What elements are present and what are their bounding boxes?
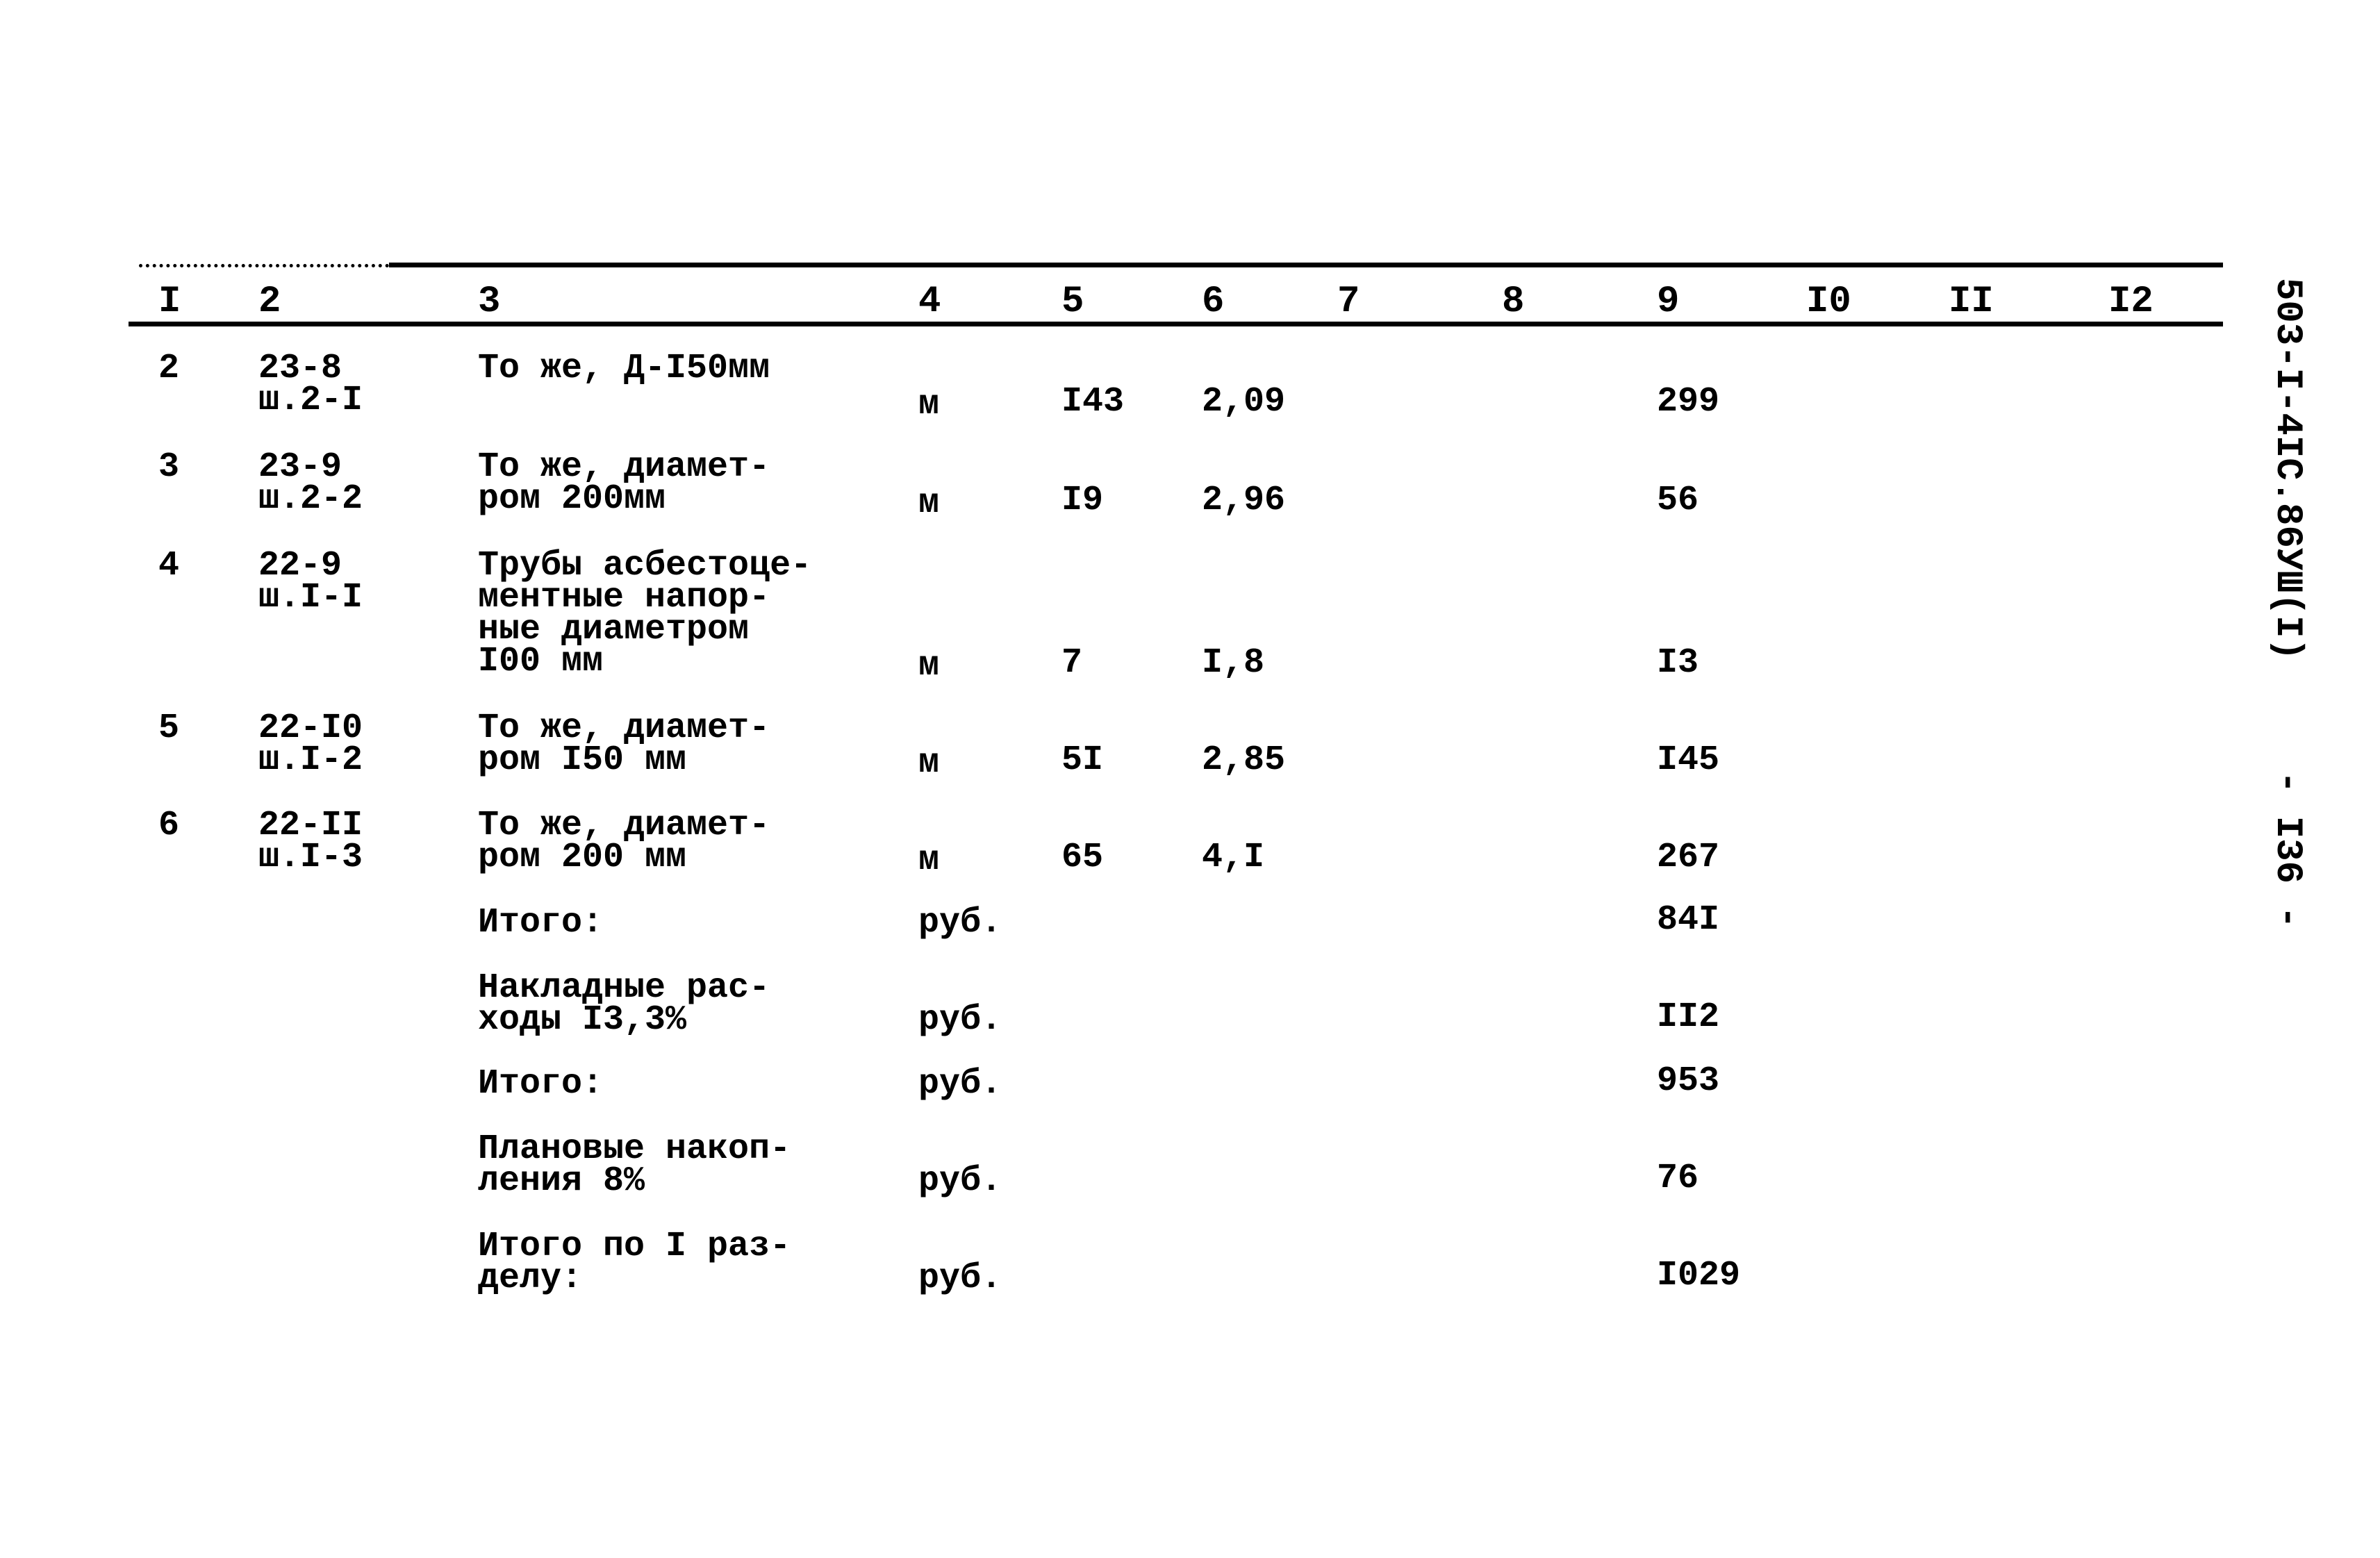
column-header-11: II bbox=[1949, 281, 1994, 323]
row-number: 4 bbox=[158, 546, 180, 586]
summary-total: I029 bbox=[1657, 1256, 1741, 1295]
row-code: 22-I0 ш.I-2 bbox=[258, 708, 363, 780]
row-unit: м bbox=[918, 646, 940, 686]
column-header-8: 8 bbox=[1502, 281, 1525, 323]
document-code: 503-I-4IC.86УШ(I) bbox=[2266, 278, 2308, 661]
row-code: 23-8 ш.2-I bbox=[258, 349, 363, 420]
row-number: 5 bbox=[158, 708, 180, 748]
top-rule-broken bbox=[139, 264, 389, 267]
summary-label: Итого: bbox=[478, 903, 604, 943]
document-page: I 2 3 4 5 6 7 8 9 I0 II I2 2 23-8 ш.2-I … bbox=[0, 0, 2380, 1558]
row-total: 56 bbox=[1657, 481, 1699, 520]
column-header-10: I0 bbox=[1806, 281, 1851, 323]
column-header-9: 9 bbox=[1657, 281, 1680, 323]
row-code: 23-9 ш.2-2 bbox=[258, 447, 363, 519]
row-quantity: 65 bbox=[1061, 838, 1104, 877]
row-unit: м bbox=[918, 840, 940, 880]
summary-label: Итого: bbox=[478, 1064, 604, 1104]
summary-label: Плановые накоп- ления 8% bbox=[478, 1129, 791, 1201]
row-description: То же, диамет- ром I50 мм bbox=[478, 708, 770, 780]
column-header-12: I2 bbox=[2108, 281, 2154, 323]
summary-total: II2 bbox=[1657, 997, 1720, 1037]
row-total: 299 bbox=[1657, 382, 1720, 422]
row-unit: м bbox=[918, 743, 940, 783]
row-total: I3 bbox=[1657, 643, 1699, 683]
column-header-5: 5 bbox=[1061, 281, 1084, 323]
row-quantity: 7 bbox=[1061, 643, 1083, 683]
row-quantity: I9 bbox=[1061, 481, 1104, 520]
summary-unit: руб. bbox=[918, 1259, 1002, 1298]
summary-unit: руб. bbox=[918, 1161, 1002, 1201]
column-header-7: 7 bbox=[1337, 281, 1360, 323]
summary-unit: руб. bbox=[918, 903, 1002, 943]
column-header-6: 6 bbox=[1202, 281, 1225, 323]
row-price: 2,96 bbox=[1202, 481, 1286, 520]
row-quantity: I43 bbox=[1061, 382, 1125, 422]
row-description: Трубы асбестоце- ментные напор- ные диам… bbox=[478, 546, 812, 681]
row-description: То же, Д-I50мм bbox=[478, 349, 770, 388]
column-header-1: I bbox=[158, 281, 181, 323]
row-price: 2,09 bbox=[1202, 382, 1286, 422]
row-unit: м bbox=[918, 483, 940, 523]
column-header-3: 3 bbox=[478, 281, 501, 323]
row-number: 3 bbox=[158, 447, 180, 487]
row-number: 2 bbox=[158, 349, 180, 388]
row-number: 6 bbox=[158, 806, 180, 845]
row-code: 22-9 ш.I-I bbox=[258, 546, 363, 618]
row-total: I45 bbox=[1657, 740, 1720, 780]
summary-unit: руб. bbox=[918, 1000, 1002, 1040]
row-unit: м bbox=[918, 385, 940, 424]
summary-label: Итого по I раз- делу: bbox=[478, 1227, 791, 1298]
row-price: 2,85 bbox=[1202, 740, 1286, 780]
row-code: 22-II ш.I-3 bbox=[258, 806, 363, 877]
row-total: 267 bbox=[1657, 838, 1720, 877]
summary-label: Накладные рас- ходы I3,3% bbox=[478, 968, 770, 1040]
summary-total: 84I bbox=[1657, 900, 1720, 940]
row-price: 4,I bbox=[1202, 838, 1265, 877]
column-header-2: 2 bbox=[258, 281, 281, 323]
row-description: То же, диамет- ром 200 мм bbox=[478, 806, 770, 877]
summary-total: 953 bbox=[1657, 1061, 1720, 1101]
summary-total: 76 bbox=[1657, 1159, 1699, 1198]
summary-unit: руб. bbox=[918, 1064, 1002, 1104]
row-price: I,8 bbox=[1202, 643, 1265, 683]
row-quantity: 5I bbox=[1061, 740, 1104, 780]
column-header-4: 4 bbox=[918, 281, 941, 323]
header-rule bbox=[129, 322, 2223, 326]
row-description: То же, диамет- ром 200мм bbox=[478, 447, 770, 519]
top-rule bbox=[389, 263, 2223, 267]
page-number: - I36 - bbox=[2266, 771, 2308, 929]
